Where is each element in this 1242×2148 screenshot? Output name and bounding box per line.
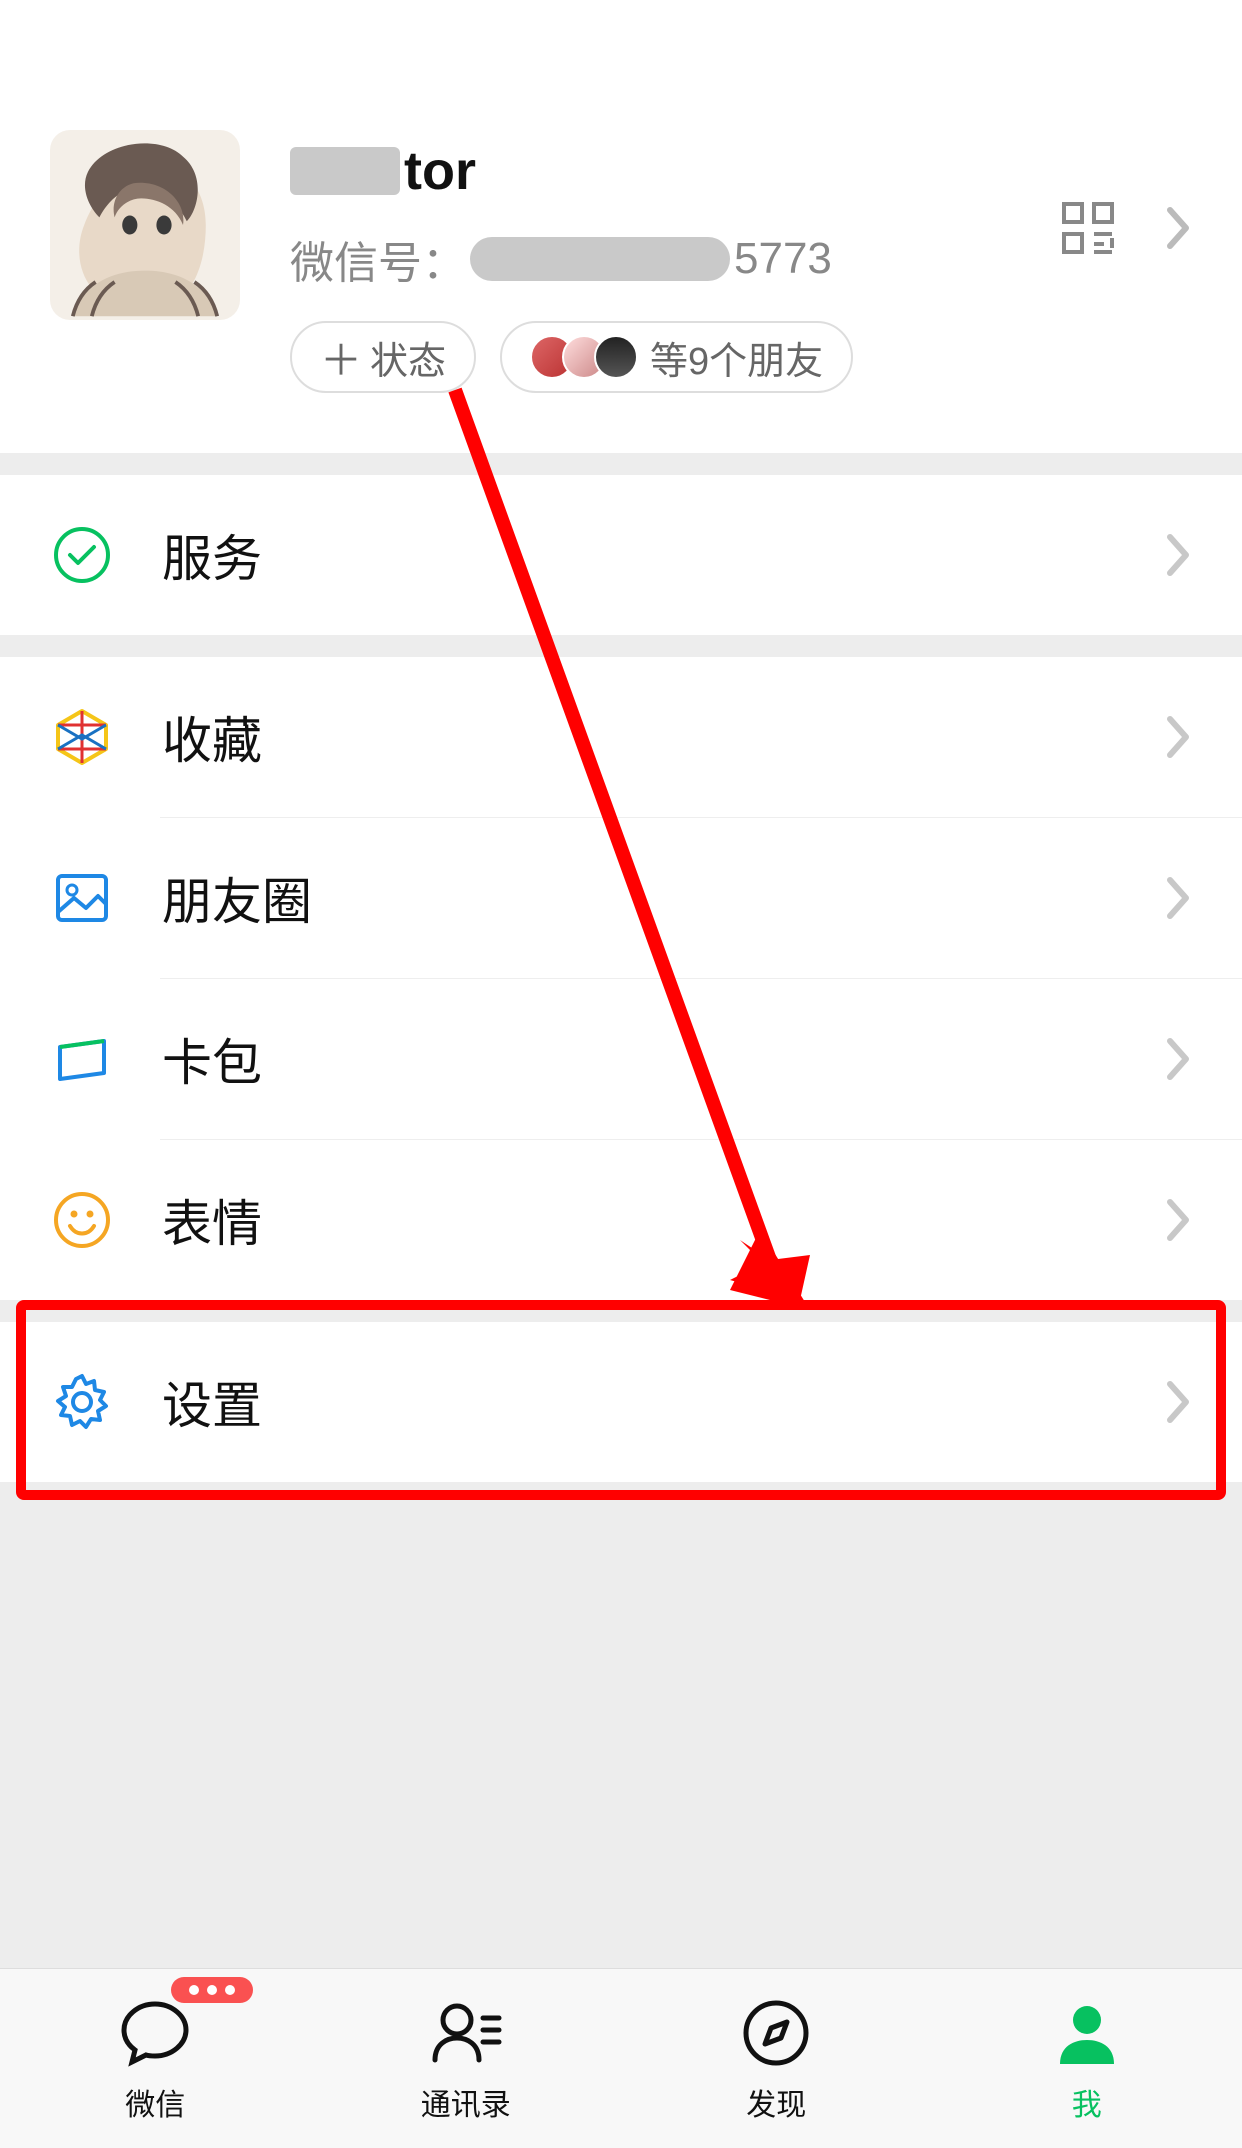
status-button[interactable]: ＋ 状态: [290, 321, 476, 393]
username: tor: [290, 140, 1192, 202]
discover-icon: [737, 1994, 815, 2072]
stickers-icon: [50, 1188, 114, 1252]
chevron-right-icon: [1166, 715, 1192, 759]
menu-label: 设置: [162, 1366, 1166, 1438]
plus-icon: ＋: [320, 327, 362, 388]
profile-header[interactable]: tor 微信号： 5773 ＋ 状态 等9个朋友: [0, 0, 1242, 453]
menu-label: 收藏: [162, 701, 1166, 773]
redacted-text: [470, 237, 730, 281]
menu-item-cards[interactable]: 卡包: [0, 979, 1242, 1139]
chevron-right-icon: [1166, 206, 1192, 250]
me-icon: [1048, 1994, 1126, 2072]
chevron-right-icon: [1166, 876, 1192, 920]
chevron-right-icon: [1166, 1380, 1192, 1424]
tab-bar: 微信 通讯录 发现 我: [0, 1968, 1242, 2148]
tab-label: 微信: [125, 2080, 185, 2124]
friend-avatars: [530, 335, 638, 379]
chat-icon: [116, 1994, 194, 2072]
settings-icon: [50, 1370, 114, 1434]
cards-icon: [50, 1027, 114, 1091]
tab-label: 通讯录: [421, 2080, 511, 2124]
tab-me[interactable]: 我: [932, 1969, 1242, 2148]
wechat-id-row: 微信号： 5773: [290, 227, 1192, 291]
chevron-right-icon: [1166, 1198, 1192, 1242]
menu-label: 卡包: [162, 1023, 1166, 1095]
menu-label: 朋友圈: [162, 862, 1166, 934]
redacted-text: [290, 147, 400, 195]
menu-item-stickers[interactable]: 表情: [0, 1140, 1242, 1300]
chevron-right-icon: [1166, 533, 1192, 577]
menu-item-favorites[interactable]: 收藏: [0, 657, 1242, 817]
tab-label: 我: [1072, 2080, 1102, 2124]
menu-item-settings[interactable]: 设置: [0, 1322, 1242, 1482]
avatar[interactable]: [50, 130, 240, 320]
menu-item-services[interactable]: 服务: [0, 475, 1242, 635]
tab-discover[interactable]: 发现: [621, 1969, 932, 2148]
qr-code-icon[interactable]: [1060, 200, 1116, 256]
moments-icon: [50, 866, 114, 930]
contacts-icon: [427, 1994, 505, 2072]
notification-badge: [171, 1977, 253, 2003]
tab-label: 发现: [746, 2080, 806, 2124]
tab-contacts[interactable]: 通讯录: [311, 1969, 622, 2148]
menu-label: 服务: [162, 519, 1166, 591]
chevron-right-icon: [1166, 1037, 1192, 1081]
menu-item-moments[interactable]: 朋友圈: [0, 818, 1242, 978]
tab-wechat[interactable]: 微信: [0, 1969, 311, 2148]
favorites-icon: [50, 705, 114, 769]
friends-status-button[interactable]: 等9个朋友: [500, 321, 853, 393]
menu-label: 表情: [162, 1184, 1166, 1256]
services-icon: [50, 523, 114, 587]
